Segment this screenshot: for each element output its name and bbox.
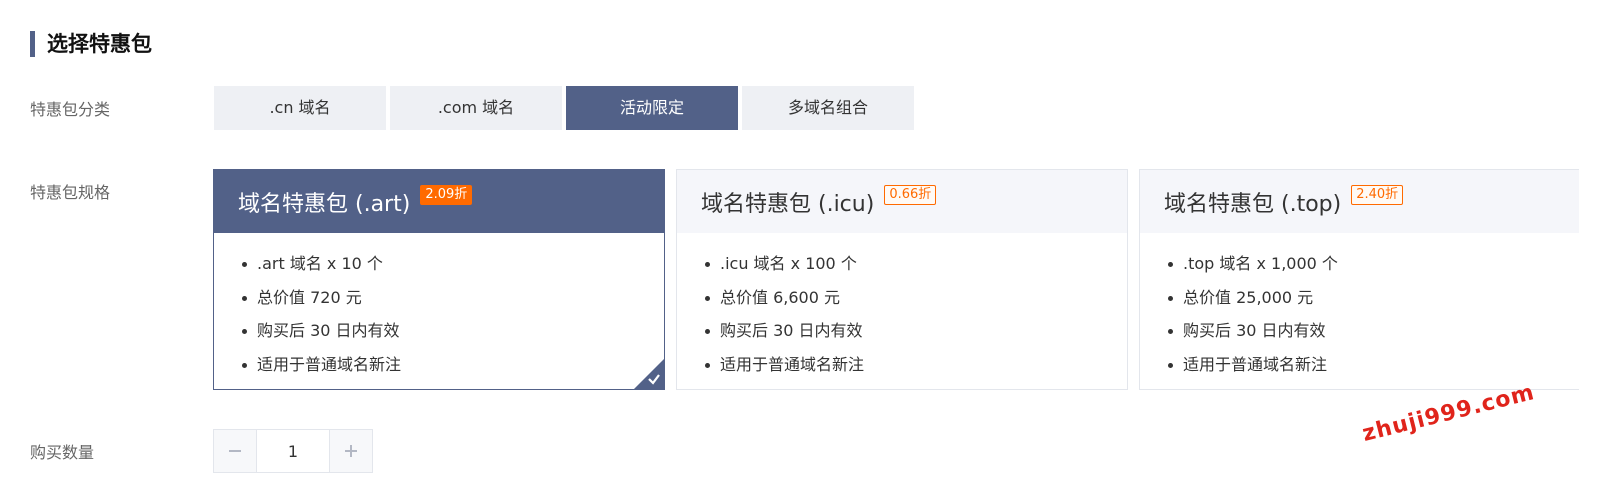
list-item: 购买后 30 日内有效: [1168, 314, 1579, 348]
list-item: 总价值 720 元: [242, 281, 664, 315]
discount-badge: 2.09折: [420, 184, 473, 205]
list-item: 适用于普通域名新注: [705, 348, 1127, 382]
card-title: 域名特惠包 (.art): [238, 191, 411, 217]
quantity-label: 购买数量: [30, 443, 95, 462]
spec-label: 特惠包规格: [30, 183, 111, 202]
page-title: 选择特惠包: [30, 31, 152, 57]
package-cards: 域名特惠包 (.art) 2.09折 .art 域名 x 10 个 总价值 72…: [213, 169, 1579, 390]
card-title: 域名特惠包 (.icu): [701, 191, 875, 217]
tab-limited-event[interactable]: 活动限定: [566, 86, 738, 130]
list-item: 总价值 25,000 元: [1168, 281, 1579, 315]
plus-icon: [345, 445, 357, 457]
feature-list: .icu 域名 x 100 个 总价值 6,600 元 购买后 30 日内有效 …: [677, 233, 1127, 381]
card-header: 域名特惠包 (.top) 2.40折: [1140, 170, 1579, 233]
checkmark-icon: [648, 374, 660, 385]
list-item: 总价值 6,600 元: [705, 281, 1127, 315]
category-label: 特惠包分类: [30, 100, 111, 119]
category-tabs: .cn 域名 .com 域名 活动限定 多域名组合: [214, 86, 918, 130]
list-item: 适用于普通域名新注: [1168, 348, 1579, 382]
quantity-stepper: [213, 429, 373, 473]
tab-com-domain[interactable]: .com 域名: [390, 86, 562, 130]
quantity-input[interactable]: [256, 430, 330, 472]
decrement-button[interactable]: [214, 430, 256, 472]
watermark-text: zhuji999.com: [1359, 380, 1538, 447]
list-item: 购买后 30 日内有效: [242, 314, 664, 348]
discount-badge: 0.66折: [884, 184, 937, 205]
feature-list: .art 域名 x 10 个 总价值 720 元 购买后 30 日内有效 适用于…: [214, 233, 664, 381]
tab-multi-domain-combo[interactable]: 多域名组合: [742, 86, 914, 130]
package-card-top[interactable]: 域名特惠包 (.top) 2.40折 .top 域名 x 1,000 个 总价值…: [1139, 169, 1579, 390]
package-card-art[interactable]: 域名特惠包 (.art) 2.09折 .art 域名 x 10 个 总价值 72…: [213, 169, 665, 390]
card-header: 域名特惠包 (.art) 2.09折: [214, 170, 664, 233]
discount-badge: 2.40折: [1351, 184, 1404, 205]
list-item: .top 域名 x 1,000 个: [1168, 247, 1579, 281]
list-item: 适用于普通域名新注: [242, 348, 664, 382]
minus-icon: [229, 450, 241, 452]
list-item: 购买后 30 日内有效: [705, 314, 1127, 348]
card-header: 域名特惠包 (.icu) 0.66折: [677, 170, 1127, 233]
card-title: 域名特惠包 (.top): [1164, 191, 1342, 217]
package-card-icu[interactable]: 域名特惠包 (.icu) 0.66折 .icu 域名 x 100 个 总价值 6…: [676, 169, 1128, 390]
increment-button[interactable]: [330, 430, 372, 472]
list-item: .icu 域名 x 100 个: [705, 247, 1127, 281]
feature-list: .top 域名 x 1,000 个 总价值 25,000 元 购买后 30 日内…: [1140, 233, 1579, 381]
tab-cn-domain[interactable]: .cn 域名: [214, 86, 386, 130]
list-item: .art 域名 x 10 个: [242, 247, 664, 281]
